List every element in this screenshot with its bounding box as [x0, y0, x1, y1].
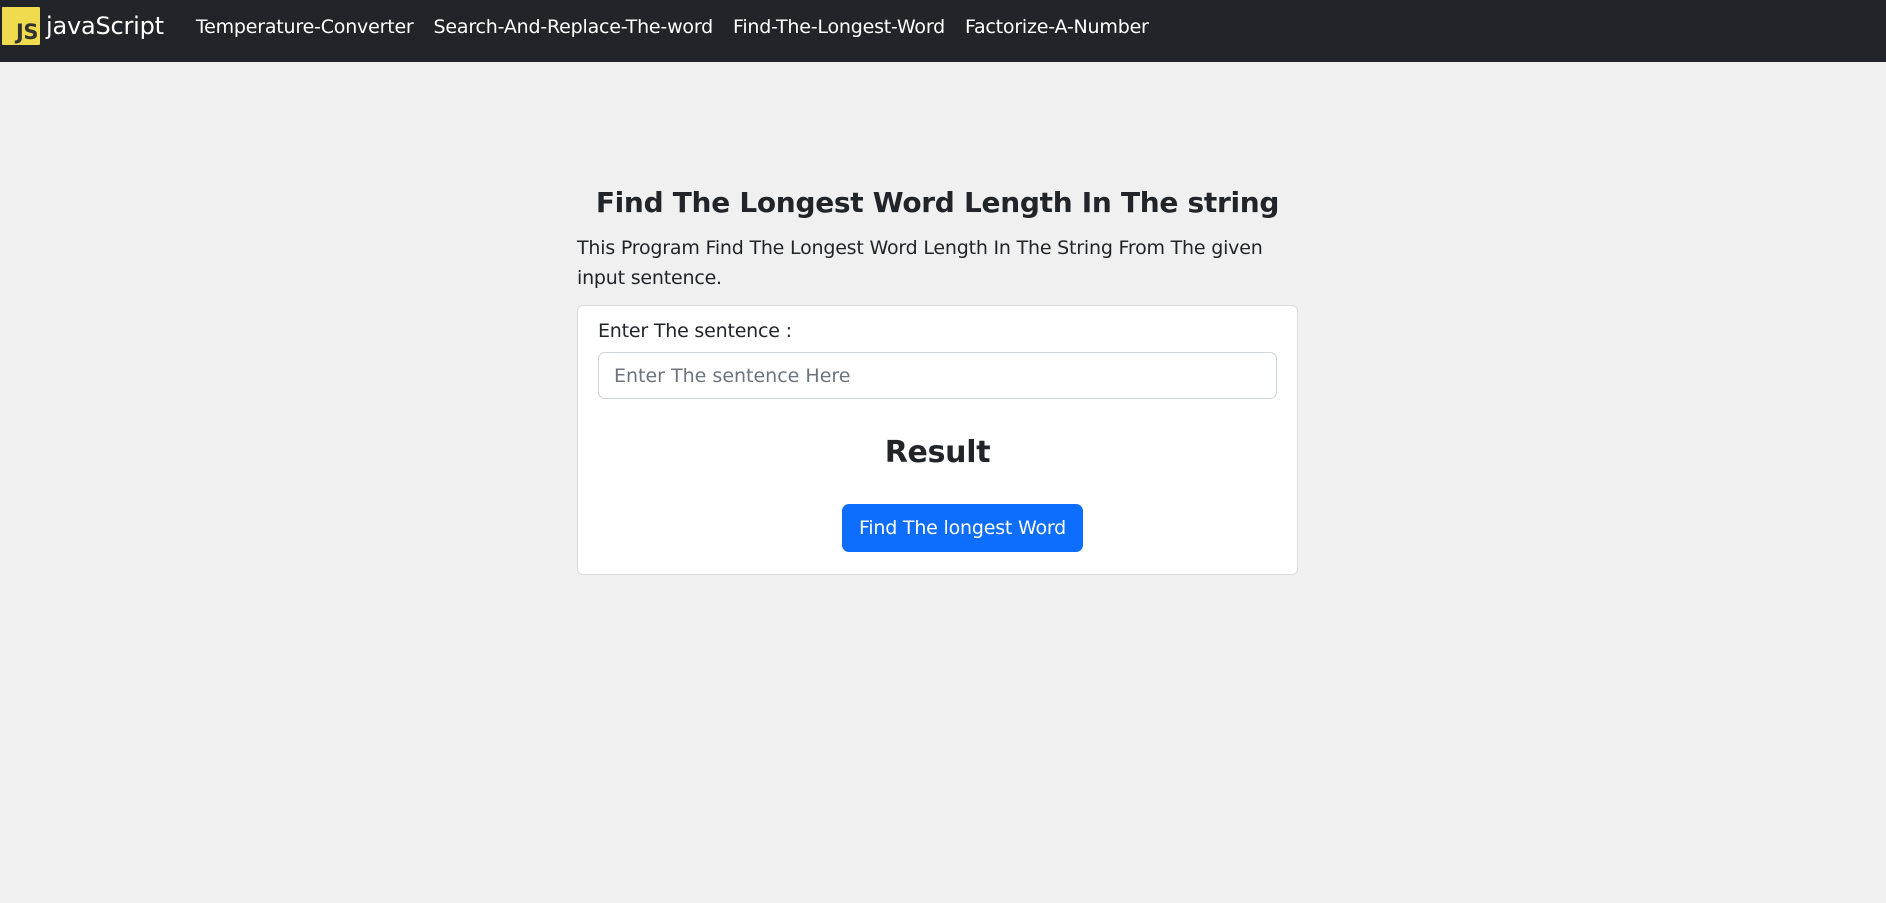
nav-link-factorize-number[interactable]: Factorize-A-Number: [955, 16, 1159, 38]
sentence-input[interactable]: [598, 352, 1277, 399]
button-wrapper: Find The longest Word: [598, 504, 1277, 552]
find-longest-word-button[interactable]: Find The longest Word: [841, 504, 1084, 552]
nav-link-temperature-converter[interactable]: Temperature-Converter: [186, 16, 424, 38]
top-navbar: JS javaScript Temperature-Converter Sear…: [0, 0, 1886, 62]
nav-links: Temperature-Converter Search-And-Replace…: [186, 16, 1159, 38]
nav-link-find-longest-word[interactable]: Find-The-Longest-Word: [723, 16, 955, 38]
page-title: Find The Longest Word Length In The stri…: [595, 186, 1280, 219]
sentence-label: Enter The sentence :: [598, 320, 792, 342]
nav-link-search-and-replace[interactable]: Search-And-Replace-The-word: [424, 16, 723, 38]
page-description: This Program Find The Longest Word Lengt…: [577, 237, 1263, 289]
brand-link[interactable]: JS javaScript: [2, 7, 164, 45]
js-logo-icon: JS: [2, 7, 40, 45]
brand-text: javaScript: [46, 12, 164, 40]
input-card: Enter The sentence : Result Find The lon…: [577, 305, 1298, 575]
result-heading: Result: [884, 435, 991, 470]
main-container: Find The Longest Word Length In The stri…: [577, 186, 1298, 575]
